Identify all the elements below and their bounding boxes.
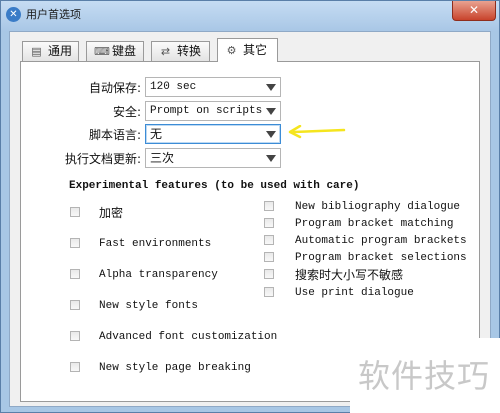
checkbox-program-bracket-selections[interactable] [264,252,274,262]
tab-label: 转换 [177,44,202,58]
chevron-down-icon[interactable] [266,155,276,162]
convert-icon: ⇄ [160,45,171,58]
chevron-down-icon[interactable] [266,108,276,115]
checkbox-label: 加密 [99,206,124,220]
annotation-arrow-icon [288,125,346,139]
tab-general[interactable]: ▤ 通用 [22,41,79,61]
checkbox-encrypt[interactable] [70,207,80,217]
security-select[interactable]: Prompt on scripts [145,101,281,121]
script-language-select[interactable]: 无 [145,124,281,144]
security-value: Prompt on scripts [150,105,263,117]
tab-convert[interactable]: ⇄ 转换 [151,41,210,61]
autosave-value: 120 sec [150,81,197,93]
app-icon: ✕ [6,7,21,22]
checkbox-label: Advanced font customization [99,331,278,343]
tab-label: 通用 [48,44,73,58]
checkbox-automatic-program-brackets[interactable] [264,235,274,245]
tab-label: 其它 [243,43,268,57]
close-button[interactable]: ✕ [452,1,496,21]
chevron-down-icon[interactable] [266,131,276,138]
title-bar[interactable]: ✕ 用户首选项 [1,1,499,31]
keyboard-icon: ⌨ [94,45,110,58]
checkbox-label: Program bracket matching [295,218,454,230]
checkbox-label: New style page breaking [99,362,251,374]
checkbox-alpha-transparency[interactable] [70,269,80,279]
experimental-features-title: Experimental features (to be used with c… [69,180,360,192]
script-language-value: 无 [150,127,163,141]
checkbox-new-bibliography-dialogue[interactable] [264,201,274,211]
checkbox-label: New style fonts [99,300,199,312]
checkbox-advanced-font-customization[interactable] [70,331,80,341]
checkbox-use-print-dialogue[interactable] [264,287,274,297]
checkbox-program-bracket-matching[interactable] [264,218,274,228]
checkbox-label: New bibliography dialogue [295,201,461,213]
watermark: 软件技巧 [350,338,500,413]
checkbox-label: Use print dialogue [295,287,414,299]
tab-keyboard[interactable]: ⌨ 键盘 [86,41,144,61]
checkbox-new-style-fonts[interactable] [70,300,80,310]
checkbox-new-style-page-breaking[interactable] [70,362,80,372]
preferences-window: ✕ 用户首选项 ✕ ▤ 通用 ⌨ 键盘 ⇄ 转换 ⚙ 其它 自动保存: 120 … [0,0,500,413]
watermark-text: 软件技巧 [358,357,491,395]
chevron-down-icon[interactable] [266,84,276,91]
doc-update-value: 三次 [150,151,175,165]
gear-icon: ⚙ [226,44,237,57]
checkbox-label: Fast environments [99,238,212,250]
script-language-label: 脚本语言: [88,128,141,142]
checkbox-label: 搜索时大小写不敏感 [295,268,404,282]
tab-other[interactable]: ⚙ 其它 [217,38,278,62]
general-icon: ▤ [31,45,42,58]
doc-update-label: 执行文档更新: [64,152,141,166]
checkbox-label: Program bracket selections [295,252,467,264]
autosave-label: 自动保存: [88,81,141,95]
window-title: 用户首选项 [26,8,81,21]
checkbox-label: Automatic program brackets [295,235,467,247]
autosave-select[interactable]: 120 sec [145,77,281,97]
checkbox-fast-environments[interactable] [70,238,80,248]
checkbox-case-insensitive-search[interactable] [264,269,274,279]
checkbox-label: Alpha transparency [99,269,218,281]
security-label: 安全: [112,105,141,119]
doc-update-select[interactable]: 三次 [145,148,281,168]
tab-label: 键盘 [112,44,137,58]
